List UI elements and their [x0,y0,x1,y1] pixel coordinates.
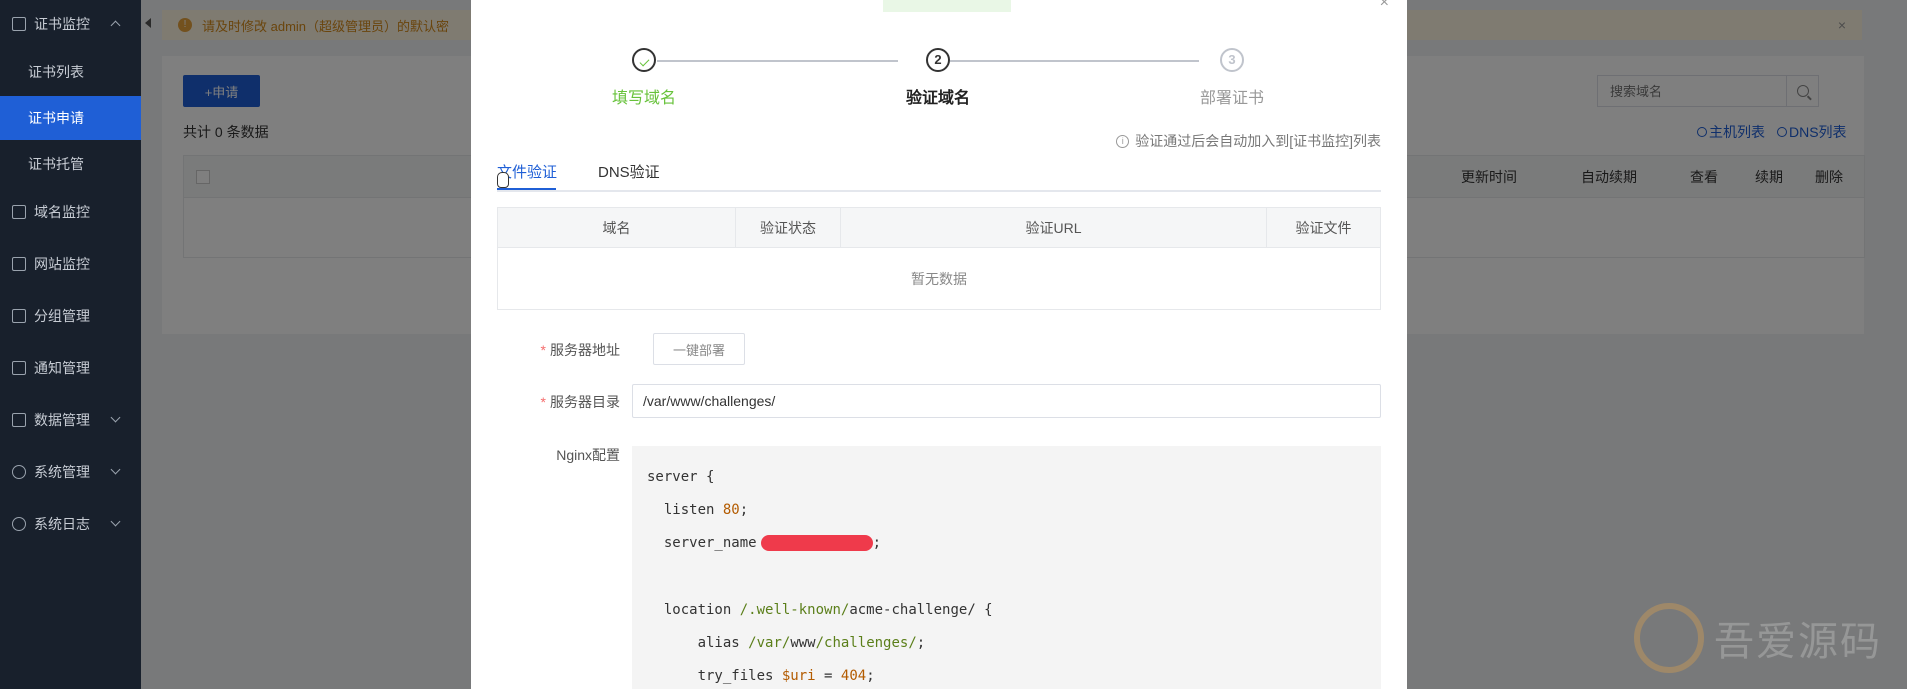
code-number: 80 [722,502,740,518]
code-line: server_name; [663,535,882,551]
table-header: 域名 验证状态 验证URL 验证文件 [498,208,1380,248]
tab-dns-verify[interactable]: DNS验证 [598,161,660,182]
col-domain: 域名 [498,208,736,248]
chevron-down-icon [110,412,121,423]
document-icon [12,17,26,31]
code-path: /var/ [748,635,791,651]
code-line: alias /var/www/challenges/; [697,635,926,651]
col-verify-status: 验证状态 [736,208,841,248]
briefcase-icon [12,413,26,427]
sidebar: 证书监控 证书列表 证书申请 证书托管 域名监控 网站监控 分组管理 通知管理 … [0,0,141,689]
code-keyword: listen [663,502,715,518]
code-text: acme-challenge/ { [849,602,993,618]
sidebar-item-data-mgmt[interactable]: 数据管理 [0,398,141,442]
step-connector [657,60,898,62]
sidebar-item-domain-monitor[interactable]: 域名监控 [0,190,141,234]
sidebar-item-label: 域名监控 [34,204,90,220]
tab-active-indicator [497,188,556,190]
required-mark: * [540,342,546,358]
verify-table: 域名 验证状态 验证URL 验证文件 暂无数据 [497,207,1381,310]
watermark-text: 吾爱源码 [1714,619,1882,665]
nginx-config-code: server { listen 80; server_name; locatio… [632,446,1381,689]
apply-cert-dialog: × 2 3 填写域名 验证域名 部署证书 i 验证通过后会自动加入到[证书监控]… [471,0,1407,689]
sidebar-item-label: 证书申请 [28,110,84,126]
redacted-domain [760,535,873,551]
code-keyword: server_name [663,535,757,551]
one-click-deploy-button[interactable]: 一键部署 [653,333,745,365]
sidebar-item-label: 数据管理 [34,412,90,428]
monitor-icon [12,257,26,271]
code-variable: $uri [781,668,816,684]
sidebar-item-label: 证书列表 [28,64,84,80]
verify-tabs: 文件验证 DNS验证 [497,158,1381,192]
step-3-title: 部署证书 [1199,90,1264,107]
mail-icon [12,361,26,375]
watermark: 吾爱源码 [1634,598,1894,678]
step-1-title: 填写域名 [611,90,676,107]
sidebar-item-cert-list[interactable]: 证书列表 [0,50,141,94]
server-dir-input[interactable] [632,384,1381,418]
chevron-down-icon [110,464,121,475]
gear-icon [12,465,26,479]
code-path: /.well-known/ [739,602,850,618]
sidebar-item-label: 系统管理 [34,464,90,480]
server-dir-label: * 服务器目录 [510,392,620,412]
nginx-config-label: Nginx配置 [556,447,620,463]
sidebar-item-notify-mgmt[interactable]: 通知管理 [0,346,141,390]
code-text: = [815,668,841,684]
server-dir-label-text: 服务器目录 [550,394,620,410]
step-2-title: 验证域名 [905,90,970,107]
sidebar-item-cert-apply[interactable]: 证书申请 [0,96,141,140]
steps: 2 3 填写域名 验证域名 部署证书 [471,48,1407,108]
col-verify-url: 验证URL [841,208,1267,248]
hand-cursor-icon [497,172,509,188]
info-icon: i [1116,134,1130,148]
sidebar-item-site-monitor[interactable]: 网站监控 [0,242,141,286]
chevron-down-icon [110,516,121,527]
sidebar-item-label: 证书监控 [34,16,90,32]
sidebar-item-cert-hosting[interactable]: 证书托管 [0,142,141,186]
code-line: listen 80; [663,502,749,518]
code-keyword: location [663,602,732,618]
database-icon [12,205,26,219]
step-3-circle: 3 [1220,48,1244,72]
code-keyword: try_files [697,668,774,684]
server-address-label-text: 服务器地址 [550,342,620,358]
code-text: www [790,635,816,651]
code-text: server { [647,469,715,485]
clock-icon [12,517,26,531]
step-connector [950,60,1199,62]
sidebar-item-cert-monitor[interactable]: 证书监控 [0,2,141,46]
code-number: 404 [840,668,867,684]
sidebar-item-label: 系统日志 [34,516,90,532]
verify-note-text: 验证通过后会自动加入到[证书监控]列表 [1135,133,1381,149]
sidebar-item-label: 分组管理 [34,308,90,324]
sidebar-item-system-mgmt[interactable]: 系统管理 [0,450,141,494]
col-verify-file: 验证文件 [1295,220,1352,236]
watermark-logo-icon [1634,603,1704,673]
check-icon [639,56,649,67]
step-1-circle [632,48,656,72]
required-mark: * [540,394,546,410]
code-line: try_files $uri = 404; [697,668,875,684]
code-keyword: alias [697,635,740,651]
close-icon[interactable]: × [1380,0,1389,12]
step-2-circle: 2 [926,48,950,72]
verify-note: i 验证通过后会自动加入到[证书监控]列表 [1116,131,1381,151]
code-line: server { [647,469,714,485]
sidebar-item-label: 网站监控 [34,256,90,272]
server-address-label: * 服务器地址 [510,340,620,360]
table-empty-text: 暂无数据 [911,271,967,287]
sidebar-item-label: 通知管理 [34,360,90,376]
sidebar-item-label: 证书托管 [28,156,84,172]
chevron-up-icon [110,20,121,31]
folder-icon [12,309,26,323]
sidebar-item-system-log[interactable]: 系统日志 [0,502,141,546]
top-hint-strip [883,0,1011,12]
code-line: location /.well-known/acme-challenge/ { [647,602,993,618]
sidebar-item-group-mgmt[interactable]: 分组管理 [0,294,141,338]
code-path: /challenges/ [815,635,917,651]
